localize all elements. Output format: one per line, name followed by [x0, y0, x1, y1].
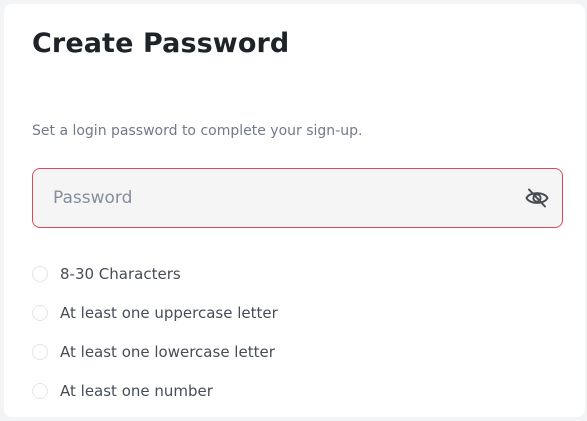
requirement-label: At least one uppercase letter: [60, 303, 278, 322]
create-password-card: Create Password Set a login password to …: [4, 4, 585, 417]
requirement-lowercase: At least one lowercase letter: [32, 332, 278, 371]
unchecked-circle-icon: [32, 343, 48, 360]
unchecked-circle-icon: [32, 382, 48, 399]
requirement-label: At least one lowercase letter: [60, 342, 275, 361]
password-input[interactable]: [53, 169, 493, 227]
unchecked-circle-icon: [32, 265, 48, 282]
requirement-uppercase: At least one uppercase letter: [32, 293, 278, 332]
page-subtitle: Set a login password to complete your si…: [32, 123, 363, 139]
unchecked-circle-icon: [32, 304, 48, 321]
page-title: Create Password: [32, 28, 290, 59]
requirement-number: At least one number: [32, 371, 278, 410]
requirement-length: 8-30 Characters: [32, 254, 278, 293]
password-requirements-list: 8-30 Characters At least one uppercase l…: [32, 254, 278, 410]
requirement-label: At least one number: [60, 381, 213, 400]
eye-slash-icon[interactable]: [524, 186, 550, 210]
requirement-label: 8-30 Characters: [60, 264, 181, 283]
password-field[interactable]: [32, 168, 563, 228]
